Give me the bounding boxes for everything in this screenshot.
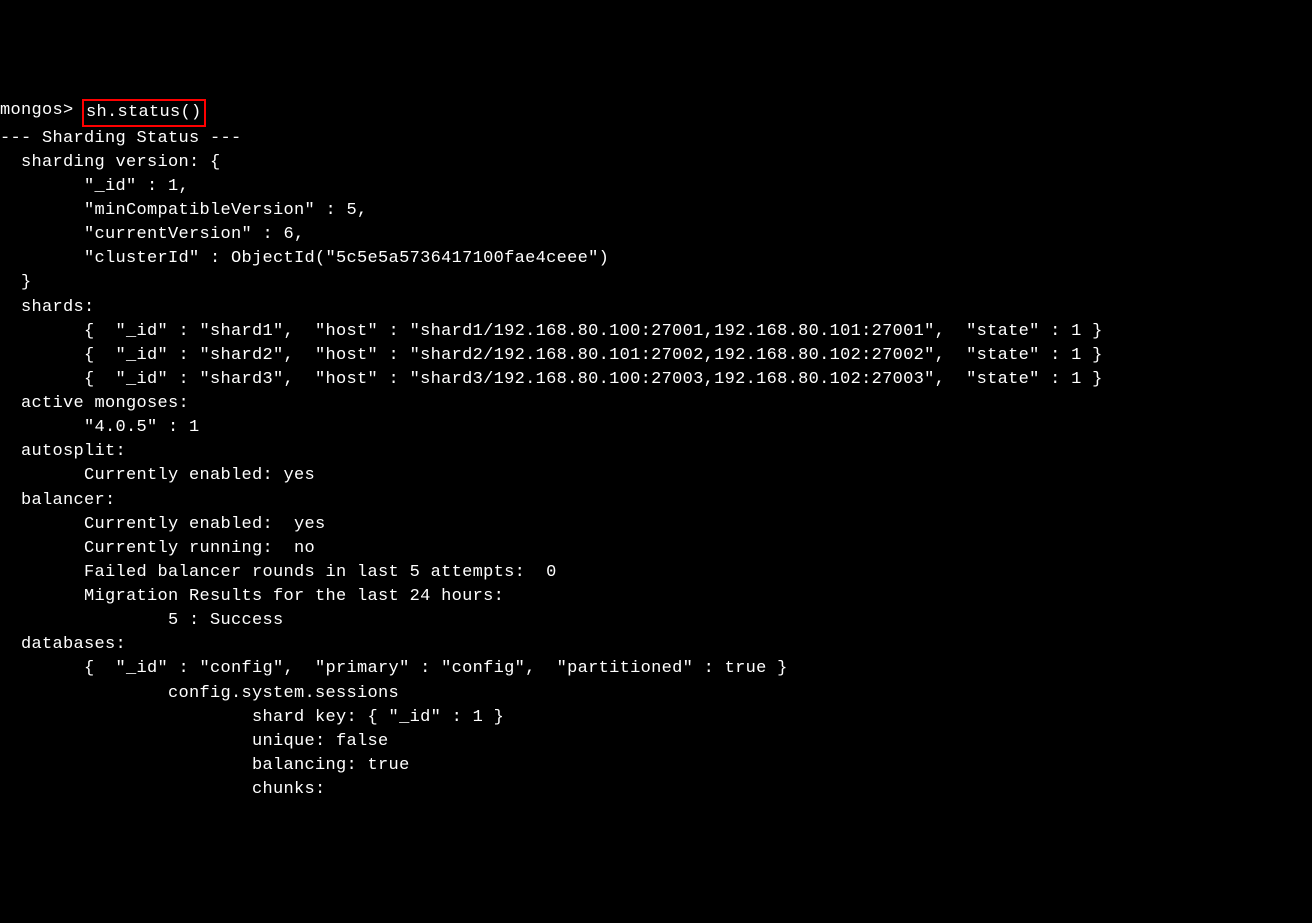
shard3-entry: { "_id" : "shard3", "host" : "shard3/192…	[0, 370, 1103, 389]
db-config-entry: { "_id" : "config", "primary" : "config"…	[0, 659, 788, 678]
shard2-entry: { "_id" : "shard2", "host" : "shard2/192…	[0, 346, 1103, 365]
autosplit-value: Currently enabled: yes	[0, 466, 315, 485]
shard-key: shard key: { "_id" : 1 }	[0, 708, 504, 727]
min-compatible-version: "minCompatibleVersion" : 5,	[0, 201, 368, 220]
databases-label: databases:	[0, 635, 126, 654]
migration-success: 5 : Success	[0, 611, 284, 630]
shard1-entry: { "_id" : "shard1", "host" : "shard1/192…	[0, 322, 1103, 341]
balancer-failed: Failed balancer rounds in last 5 attempt…	[0, 563, 557, 582]
unique-value: unique: false	[0, 732, 389, 751]
migration-label: Migration Results for the last 24 hours:	[0, 587, 515, 606]
current-version: "currentVersion" : 6,	[0, 225, 305, 244]
output-header: --- Sharding Status ---	[0, 129, 252, 148]
terminal-output: mongos> sh.status() --- Sharding Status -…	[0, 99, 1312, 803]
id-field: "_id" : 1,	[0, 177, 189, 196]
shell-prompt: mongos>	[0, 99, 84, 123]
config-sessions: config.system.sessions	[0, 684, 399, 703]
active-mongoses-value: "4.0.5" : 1	[0, 418, 200, 437]
command-input[interactable]: sh.status()	[82, 99, 206, 127]
close-brace: }	[0, 273, 32, 292]
balancing-value: balancing: true	[0, 756, 410, 775]
sharding-version-label: sharding version: {	[0, 153, 221, 172]
shards-label: shards:	[0, 298, 95, 317]
balancer-enabled: Currently enabled: yes	[0, 515, 326, 534]
cluster-id: "clusterId" : ObjectId("5c5e5a5736417100…	[0, 249, 609, 268]
chunks-label: chunks:	[0, 780, 326, 799]
balancer-running: Currently running: no	[0, 539, 315, 558]
active-mongoses-label: active mongoses:	[0, 394, 189, 413]
balancer-label: balancer:	[0, 491, 116, 510]
autosplit-label: autosplit:	[0, 442, 126, 461]
